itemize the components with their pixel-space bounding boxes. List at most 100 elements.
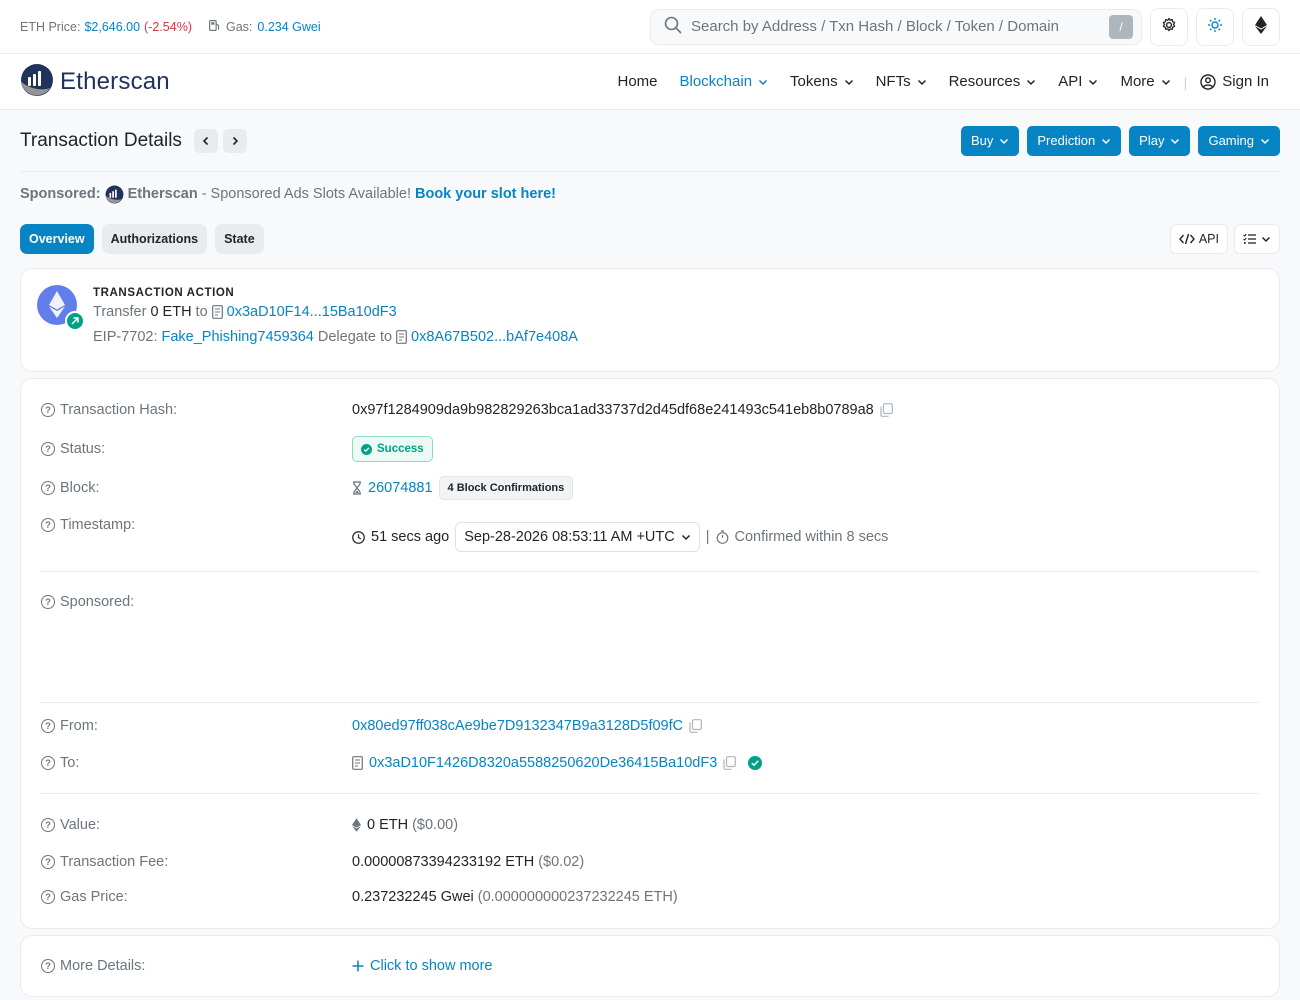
- delegate-address-link[interactable]: 0x8A67B502...bAf7e408A: [411, 329, 578, 345]
- question-icon[interactable]: ?: [41, 959, 55, 973]
- etherscan-logo[interactable]: Etherscan: [20, 63, 170, 100]
- nav-item-more[interactable]: More: [1109, 73, 1181, 90]
- transfer-badge: [37, 285, 85, 331]
- value-value-wrap: 0 ETH ($0.00): [352, 817, 458, 833]
- sponsor-brand: Etherscan: [127, 186, 198, 202]
- copy-icon[interactable]: [689, 719, 703, 733]
- question-icon[interactable]: ?: [41, 595, 55, 609]
- copy-icon[interactable]: [880, 403, 893, 417]
- clock-icon: [352, 530, 365, 544]
- status-key: ? Status:: [41, 441, 352, 457]
- top-bar: ETH Price: $2,646.00 (-2.54%) Gas: 0.234…: [0, 0, 1300, 54]
- show-more-link[interactable]: Click to show more: [352, 958, 492, 974]
- copy-icon[interactable]: [723, 756, 737, 770]
- tab-authorizations[interactable]: Authorizations: [101, 224, 208, 254]
- question-icon[interactable]: ?: [41, 890, 55, 904]
- timestamp-date-dropdown[interactable]: Sep-28-2026 08:53:11 AM +UTC: [455, 522, 700, 552]
- transaction-action-card: TRANSACTION ACTION Transfer 0 ETH to 0x3…: [20, 268, 1280, 372]
- check-circle-icon: [361, 443, 372, 455]
- theme-toggle-button[interactable]: [1196, 7, 1234, 46]
- settings-button[interactable]: [1150, 7, 1188, 46]
- gas-price-row: ? Gas Price: 0.237232245 Gwei (0.00000000…: [41, 872, 1259, 928]
- search-icon: [663, 15, 683, 38]
- question-icon[interactable]: ?: [41, 756, 55, 770]
- nav-item-blockchain[interactable]: Blockchain: [669, 73, 780, 90]
- question-icon[interactable]: ?: [41, 855, 55, 869]
- block-link[interactable]: 26074881: [368, 480, 433, 496]
- sign-in-link[interactable]: Sign In: [1189, 73, 1280, 90]
- chevron-left-icon: [202, 136, 208, 145]
- from-key: ? From:: [41, 718, 352, 734]
- prediction-button[interactable]: Prediction: [1027, 125, 1122, 156]
- buy-button[interactable]: Buy: [960, 125, 1020, 156]
- eip-name-link[interactable]: Fake_Phishing7459364: [162, 329, 314, 345]
- nav-item-nfts[interactable]: NFTs: [865, 73, 938, 90]
- from-address-link[interactable]: 0x80ed97ff038cAe9be7D9132347B9a3128D5f09…: [352, 718, 683, 734]
- contract-icon: [352, 756, 363, 770]
- timestamp-confirmed: Confirmed within 8 secs: [734, 529, 889, 545]
- to-address-link[interactable]: 0x3aD10F14...15Ba10dF3: [227, 304, 397, 320]
- status-text: Success: [377, 443, 424, 455]
- nav-item-label: Resources: [948, 73, 1021, 90]
- nav-item-label: NFTs: [875, 73, 911, 90]
- question-icon[interactable]: ?: [41, 481, 55, 495]
- nav-item-home[interactable]: Home: [606, 73, 668, 90]
- ethereum-icon: [352, 818, 361, 832]
- eth-price-value[interactable]: $2,646.00: [84, 20, 140, 34]
- nav-item-tokens[interactable]: Tokens: [779, 73, 865, 90]
- question-icon[interactable]: ?: [41, 818, 55, 832]
- question-icon[interactable]: ?: [41, 403, 55, 417]
- sign-in-label: Sign In: [1222, 73, 1269, 90]
- tab-overview[interactable]: Overview: [20, 224, 94, 254]
- hash-label: Transaction Hash:: [60, 402, 178, 418]
- play-button[interactable]: Play: [1129, 125, 1191, 156]
- nav-item-resources[interactable]: Resources: [938, 73, 1048, 90]
- page-header: Transaction Details Buy Prediction Play …: [20, 110, 1280, 172]
- contract-icon: [211, 305, 223, 319]
- hash-row: ? Transaction Hash: 0x97f1284909da9b98282…: [41, 379, 1259, 439]
- hash-value: 0x97f1284909da9b982829263bca1ad33737d2d4…: [352, 402, 874, 418]
- question-icon[interactable]: ?: [41, 518, 55, 532]
- prev-transaction-button[interactable]: [193, 128, 218, 153]
- next-transaction-button[interactable]: [222, 128, 247, 153]
- question-icon[interactable]: ?: [41, 719, 55, 733]
- from-label: From:: [60, 718, 98, 734]
- search-input[interactable]: [691, 18, 1101, 35]
- gas-price-key: ? Gas Price:: [41, 889, 352, 905]
- fee-row: ? Transaction Fee: 0.00000873394233192 ET…: [41, 852, 1259, 872]
- contract-icon: [396, 330, 407, 344]
- search-bar[interactable]: /: [650, 8, 1142, 45]
- value-eth: 0 ETH: [367, 817, 409, 833]
- action-body: TRANSACTION ACTION Transfer 0 ETH to 0x3…: [93, 285, 578, 355]
- network-button[interactable]: [1242, 7, 1280, 46]
- from-value-wrap: 0x80ed97ff038cAe9be7D9132347B9a3128D5f09…: [352, 718, 703, 734]
- play-label: Play: [1139, 133, 1165, 148]
- chevron-down-icon: [759, 79, 768, 85]
- gaming-button[interactable]: Gaming: [1198, 125, 1280, 156]
- api-label: API: [1198, 232, 1219, 246]
- tab-state[interactable]: State: [215, 224, 264, 254]
- to-address-link[interactable]: 0x3aD10F1426D8320a5588250620De36415Ba10d…: [369, 755, 717, 771]
- nav-item-label: Home: [617, 73, 658, 90]
- more-details-row: ? More Details: Click to show more: [41, 958, 492, 974]
- gas-price-eth: (0.000000000237232245 ETH): [477, 889, 678, 905]
- api-button[interactable]: API: [1169, 224, 1228, 254]
- action-eip-line: EIP-7702: Fake_Phishing7459364 Delegate …: [93, 329, 578, 345]
- page-title: Transaction Details: [20, 129, 182, 151]
- action-label: TRANSACTION ACTION: [93, 287, 235, 299]
- ethereum-icon: [1255, 16, 1267, 37]
- chevron-down-icon: [1089, 79, 1098, 85]
- book-slot-link[interactable]: Book your slot here!: [415, 186, 556, 202]
- view-options-button[interactable]: [1234, 224, 1280, 254]
- question-icon[interactable]: ?: [41, 442, 55, 456]
- search-shortcut-badge: /: [1109, 14, 1133, 39]
- gas-value[interactable]: 0.234 Gwei: [257, 20, 320, 34]
- tabs: Overview Authorizations State API: [20, 224, 1280, 254]
- sponsored-key: ? Sponsored:: [41, 594, 352, 610]
- value-row: ? Value: 0 ETH ($0.00): [41, 794, 1259, 852]
- nav-item-api[interactable]: API: [1047, 73, 1109, 90]
- timestamp-value-wrap: 51 secs ago Sep-28-2026 08:53:11 AM +UTC…: [352, 522, 888, 552]
- to-label: To:: [60, 755, 80, 771]
- gaming-label: Gaming: [1208, 133, 1254, 148]
- sponsored-row: ? Sponsored:: [41, 572, 1259, 702]
